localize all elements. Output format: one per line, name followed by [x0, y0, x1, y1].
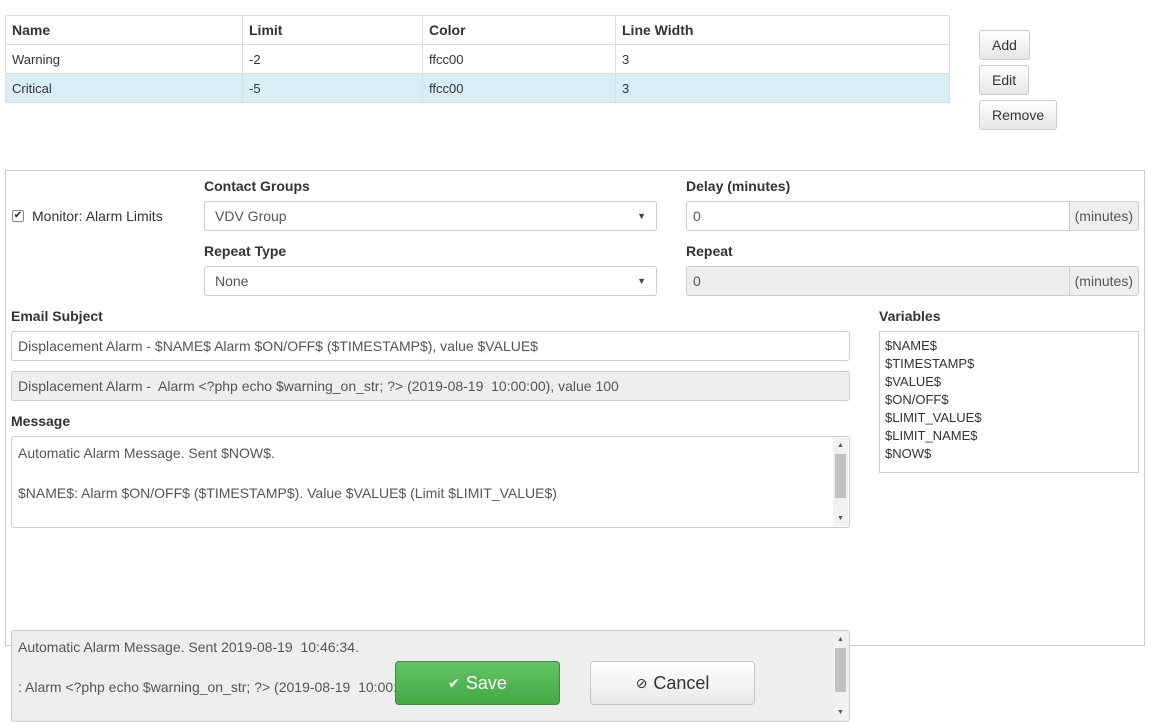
scroll-down-icon[interactable]: ▼	[833, 705, 848, 720]
message-line: $NAME$: Alarm $ON/OFF$ ($TIMESTAMP$). Va…	[18, 485, 557, 501]
chevron-down-icon: ▼	[637, 276, 646, 286]
cell-color: ffcc00	[422, 73, 616, 103]
column-header-name[interactable]: Name	[5, 15, 243, 45]
repeat-input: 0	[686, 266, 1069, 296]
message-line	[18, 463, 829, 483]
contact-groups-select[interactable]: VDV Group ▼	[204, 201, 657, 231]
delay-input-group: 0 (minutes)	[686, 201, 1139, 231]
variable-item[interactable]: $LIMIT_NAME$	[885, 427, 1133, 445]
contact-groups-value: VDV Group	[215, 208, 287, 224]
contact-groups-label: Contact Groups	[204, 178, 310, 194]
scroll-up-icon[interactable]: ▲	[833, 438, 848, 453]
message-line: Automatic Alarm Message. Sent $NOW$.	[18, 445, 275, 461]
scroll-thumb[interactable]	[835, 454, 846, 498]
monitor-checkbox[interactable]: ✔	[12, 210, 24, 222]
message-label: Message	[11, 413, 71, 429]
table-row-selected[interactable]: Critical -5 ffcc00 3	[5, 73, 950, 103]
email-subject-input[interactable]: Displacement Alarm - $NAME$ Alarm $ON/OF…	[11, 331, 850, 361]
variables-list: $NAME$ $TIMESTAMP$ $VALUE$ $ON/OFF$ $LIM…	[879, 331, 1139, 473]
repeat-input-group: 0 (minutes)	[686, 266, 1139, 296]
repeat-label: Repeat	[686, 243, 733, 259]
cancel-button[interactable]: ⊘ Cancel	[590, 661, 755, 705]
checkmark-icon: ✔	[448, 674, 460, 691]
chevron-down-icon: ▼	[637, 211, 646, 221]
ban-icon: ⊘	[635, 674, 648, 691]
cell-line-width: 3	[615, 44, 950, 74]
cell-color: ffcc00	[422, 44, 616, 74]
cell-name: Warning	[5, 44, 243, 74]
variable-item[interactable]: $LIMIT_VALUE$	[885, 409, 1133, 427]
repeat-type-label: Repeat Type	[204, 243, 287, 259]
variables-label: Variables	[879, 308, 941, 324]
message-preview-scrollbar[interactable]: ▲ ▼	[833, 632, 848, 720]
scroll-thumb[interactable]	[835, 648, 846, 692]
column-header-limit[interactable]: Limit	[242, 15, 423, 45]
column-header-color[interactable]: Color	[422, 15, 616, 45]
delay-input[interactable]: 0	[686, 201, 1069, 231]
monitor-alarm-limits-toggle[interactable]: ✔ Monitor: Alarm Limits	[12, 208, 163, 224]
table-row[interactable]: Warning -2 ffcc00 3	[5, 44, 950, 74]
scroll-down-icon[interactable]: ▼	[833, 511, 848, 526]
monitor-label: Monitor: Alarm Limits	[32, 208, 163, 224]
repeat-type-select[interactable]: None ▼	[204, 266, 657, 296]
email-subject-label: Email Subject	[11, 308, 103, 324]
variable-item[interactable]: $VALUE$	[885, 373, 1133, 391]
edit-limit-button[interactable]: Edit	[979, 65, 1030, 95]
variable-item[interactable]: $NOW$	[885, 445, 1133, 463]
remove-limit-button[interactable]: Remove	[979, 100, 1058, 130]
cell-name: Critical	[5, 73, 243, 103]
email-subject-preview: Displacement Alarm - Alarm <?php echo $w…	[11, 371, 850, 401]
message-scrollbar[interactable]: ▲ ▼	[833, 438, 848, 526]
cancel-button-label: Cancel	[653, 672, 710, 693]
variable-item[interactable]: $TIMESTAMP$	[885, 355, 1133, 373]
message-preview-line: Automatic Alarm Message. Sent 2019-08-19…	[18, 639, 359, 655]
message-textarea[interactable]: Automatic Alarm Message. Sent $NOW$. $NA…	[11, 436, 850, 528]
column-header-line-width[interactable]: Line Width	[615, 15, 950, 45]
delay-label: Delay (minutes)	[686, 178, 791, 194]
cell-limit: -5	[242, 73, 423, 103]
scroll-up-icon[interactable]: ▲	[833, 632, 848, 647]
repeat-unit-addon: (minutes)	[1068, 266, 1139, 296]
alarm-settings-panel: ✔ Monitor: Alarm Limits Contact Groups V…	[5, 170, 1145, 722]
delay-unit-addon: (minutes)	[1068, 201, 1139, 231]
repeat-type-value: None	[215, 273, 249, 289]
cell-limit: -2	[242, 44, 423, 74]
variable-item[interactable]: $NAME$	[885, 337, 1133, 355]
table-header-row: Name Limit Color Line Width	[5, 15, 950, 45]
alarm-limits-table: Name Limit Color Line Width Warning -2 f…	[5, 15, 950, 103]
save-button[interactable]: ✔ Save	[395, 661, 560, 705]
add-limit-button[interactable]: Add	[979, 30, 1030, 60]
save-button-label: Save	[465, 672, 507, 693]
variable-item[interactable]: $ON/OFF$	[885, 391, 1133, 409]
cell-line-width: 3	[615, 73, 950, 103]
